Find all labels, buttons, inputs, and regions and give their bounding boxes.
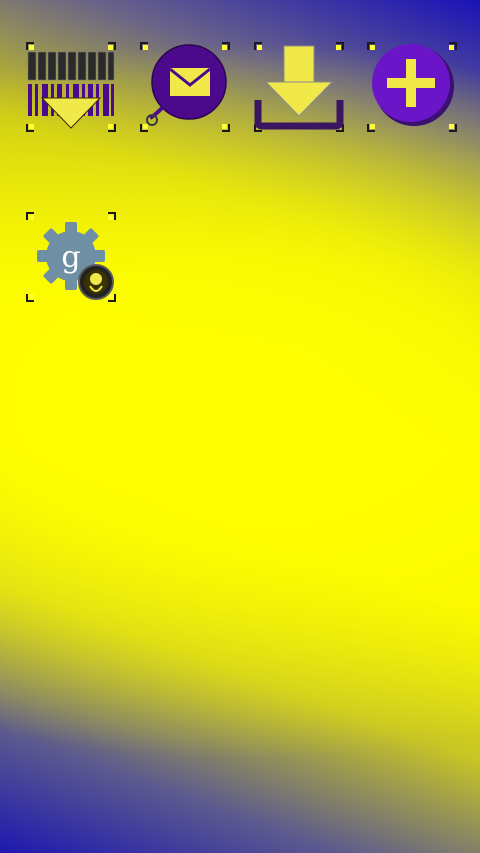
plus-circle-icon [372,44,454,126]
google-settings-icon: g [37,222,114,300]
shortcut-add[interactable] [367,42,457,132]
barcode-scanner-icon [27,51,115,129]
shortcut-downloads[interactable] [254,42,344,132]
svg-text:g: g [61,240,80,275]
shortcut-barcode-scanner[interactable] [26,42,116,132]
mail-bubble-icon [146,44,227,126]
download-icon [254,45,344,130]
shortcut-messaging[interactable] [140,42,230,132]
shortcut-google-settings[interactable]: g [26,212,116,302]
home-screen-grid: g [0,0,480,853]
